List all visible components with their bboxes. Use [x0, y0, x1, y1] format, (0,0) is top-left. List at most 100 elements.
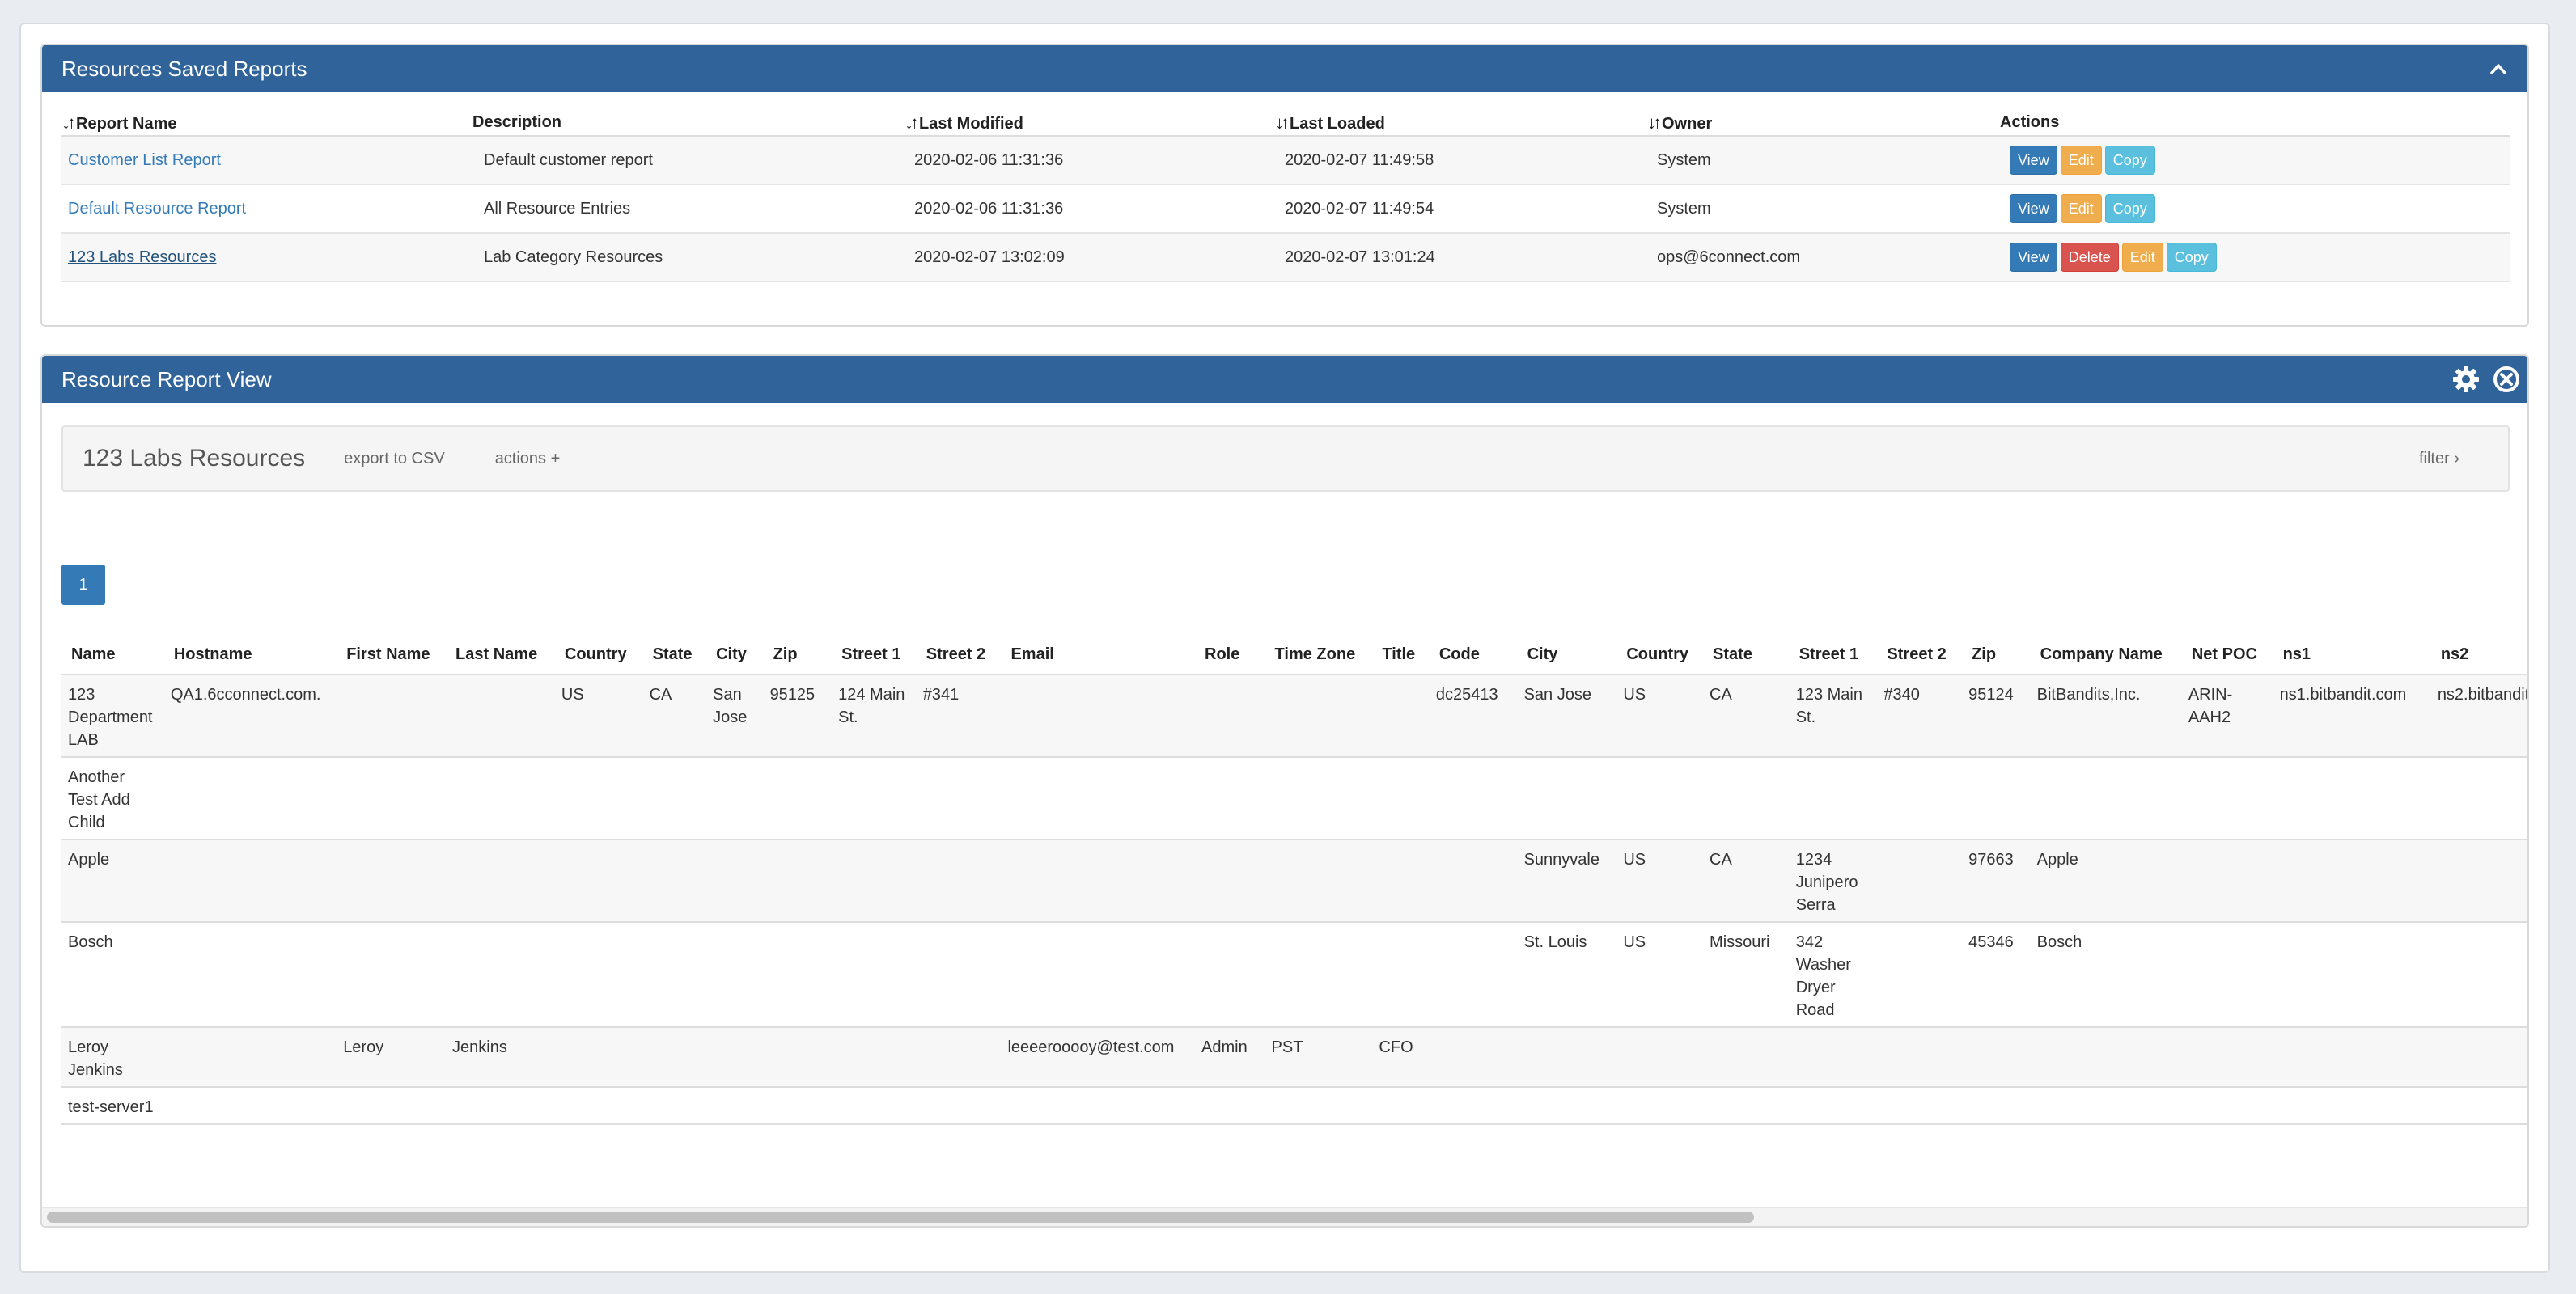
table-row[interactable]: Bosch St. Louis US Missouri 342 Washer Dryer…: [61, 922, 2527, 1028]
table-cell: [2430, 922, 2527, 1028]
col-header-last-name[interactable]: Last Name: [446, 636, 555, 675]
col-header-report-name[interactable]: ↓↑ Report Name: [61, 110, 472, 137]
col-header-hostname[interactable]: Hostname: [163, 636, 337, 675]
saved-reports-header[interactable]: Resources Saved Reports: [42, 45, 2527, 92]
col-header-state[interactable]: State: [1703, 636, 1790, 675]
table-cell: [1372, 757, 1430, 840]
table-cell: [832, 1087, 917, 1125]
col-header-title[interactable]: Title: [1372, 636, 1430, 675]
col-header-code[interactable]: Code: [1429, 636, 1518, 675]
col-header-country[interactable]: Country: [554, 636, 643, 675]
report-owner: ops@6connect.com: [1647, 233, 2000, 282]
table-cell: [2181, 1087, 2273, 1125]
col-header-street-2[interactable]: Street 2: [916, 636, 1002, 675]
table-cell: [163, 757, 337, 840]
table-cell: QA1.6cconnect.com.: [163, 674, 337, 758]
col-header-ns1[interactable]: ns1: [2273, 636, 2431, 675]
horizontal-scrollbar[interactable]: [42, 1207, 2527, 1226]
table-cell: [1789, 1027, 1878, 1088]
report-link[interactable]: 123 Labs Resources: [68, 248, 216, 266]
table-row[interactable]: Another Test Add Child: [61, 757, 2527, 840]
table-cell: [446, 922, 555, 1028]
table-cell: [1962, 757, 2031, 840]
table-cell: [163, 1027, 337, 1088]
col-header-last-loaded[interactable]: ↓↑ Last Loaded: [1275, 110, 1647, 137]
col-header-ns2[interactable]: ns2: [2430, 636, 2527, 675]
scrollbar-thumb[interactable]: [47, 1212, 1754, 1223]
table-cell: Another Test Add Child: [61, 757, 164, 840]
view-button[interactable]: View: [2010, 243, 2057, 272]
col-header-city[interactable]: City: [706, 636, 764, 675]
edit-button[interactable]: Edit: [2121, 243, 2163, 272]
table-cell: [916, 922, 1002, 1028]
gear-icon[interactable]: [2451, 365, 2481, 394]
table-cell: ns2.bitbandit.com: [2430, 674, 2527, 758]
copy-button[interactable]: Copy: [2166, 243, 2217, 272]
table-cell: Leroy Jenkins: [61, 1027, 164, 1088]
table-cell: [2273, 1027, 2431, 1088]
table-cell: 95124: [1962, 674, 2031, 758]
col-header-email[interactable]: Email: [1001, 636, 1195, 675]
report-description: All Resource Entries: [472, 184, 905, 234]
col-header-time-zone[interactable]: Time Zone: [1265, 636, 1373, 675]
chevron-up-icon[interactable]: [2490, 61, 2506, 78]
table-cell: [337, 674, 447, 758]
col-header-street-1[interactable]: Street 1: [832, 636, 917, 675]
table-cell: [446, 1087, 555, 1125]
col-header-city[interactable]: City: [1517, 636, 1617, 675]
sort-icon: ↓↑: [61, 112, 76, 133]
table-row[interactable]: test-server1: [61, 1087, 2527, 1125]
table-cell: [2181, 757, 2273, 840]
table-cell: [2181, 839, 2273, 923]
report-view-panel: Resource Report View 123 Labs Resources …: [40, 354, 2529, 1228]
table-cell: [1789, 757, 1878, 840]
col-header-street-1[interactable]: Street 1: [1789, 636, 1878, 675]
report-view-title: Resource Report View: [61, 366, 272, 391]
table-row[interactable]: Apple Sunnyvale US CA 1234 Junipero Serra 976…: [61, 839, 2527, 923]
close-circle-icon[interactable]: [2492, 365, 2521, 394]
table-cell: [1517, 757, 1617, 840]
col-header-last-modified[interactable]: ↓↑ Last Modified: [905, 110, 1275, 137]
copy-button[interactable]: Copy: [2104, 146, 2155, 175]
col-header-owner[interactable]: ↓↑ Owner: [1647, 110, 2000, 137]
table-cell: ns1.bitbandit.com: [2273, 674, 2431, 758]
table-cell: San Jose: [1517, 674, 1617, 758]
col-header-zip[interactable]: Zip: [1962, 636, 2031, 675]
report-last-modified: 2020-02-06 11:31:36: [905, 136, 1275, 185]
col-header-net-poc[interactable]: Net POC: [2181, 636, 2273, 675]
col-header-zip[interactable]: Zip: [763, 636, 833, 675]
col-header-state[interactable]: State: [642, 636, 707, 675]
copy-button[interactable]: Copy: [2104, 194, 2155, 223]
table-cell: [1616, 1027, 1704, 1088]
view-button[interactable]: View: [2010, 194, 2057, 223]
pagination-page-1[interactable]: 1: [61, 565, 105, 605]
edit-button[interactable]: Edit: [2060, 194, 2102, 223]
table-row[interactable]: Leroy Jenkins Leroy Jenkins leeeerooooy@tes…: [61, 1027, 2527, 1088]
table-row[interactable]: 123 Department LAB QA1.6cconnect.com. US CA…: [61, 674, 2527, 758]
table-cell: [1877, 1087, 1963, 1125]
col-header-name[interactable]: Name: [61, 636, 164, 675]
edit-button[interactable]: Edit: [2060, 146, 2102, 175]
col-header-first-name[interactable]: First Name: [337, 636, 447, 675]
report-link[interactable]: Default Resource Report: [68, 200, 246, 218]
table-cell: [1195, 757, 1265, 840]
export-csv-link[interactable]: export to CSV: [344, 450, 445, 468]
delete-button[interactable]: Delete: [2060, 243, 2119, 272]
table-cell: [1372, 922, 1430, 1028]
col-header-country[interactable]: Country: [1616, 636, 1704, 675]
col-header-role[interactable]: Role: [1195, 636, 1265, 675]
report-link[interactable]: Customer List Report: [68, 151, 221, 169]
table-cell: [1265, 922, 1373, 1028]
table-cell: [706, 1087, 764, 1125]
table-row: Customer List Report Default customer re…: [61, 136, 2510, 185]
col-header-company-name[interactable]: Company Name: [2030, 636, 2182, 675]
table-cell: 97663: [1962, 839, 2031, 923]
table-cell: [1616, 757, 1704, 840]
table-cell: [2273, 757, 2431, 840]
table-cell: [2430, 1087, 2527, 1125]
filter-toggle[interactable]: filter ›: [2419, 450, 2459, 468]
table-cell: [642, 1027, 707, 1088]
view-button[interactable]: View: [2010, 146, 2057, 175]
col-header-street-2[interactable]: Street 2: [1877, 636, 1963, 675]
actions-menu[interactable]: actions +: [495, 450, 561, 468]
